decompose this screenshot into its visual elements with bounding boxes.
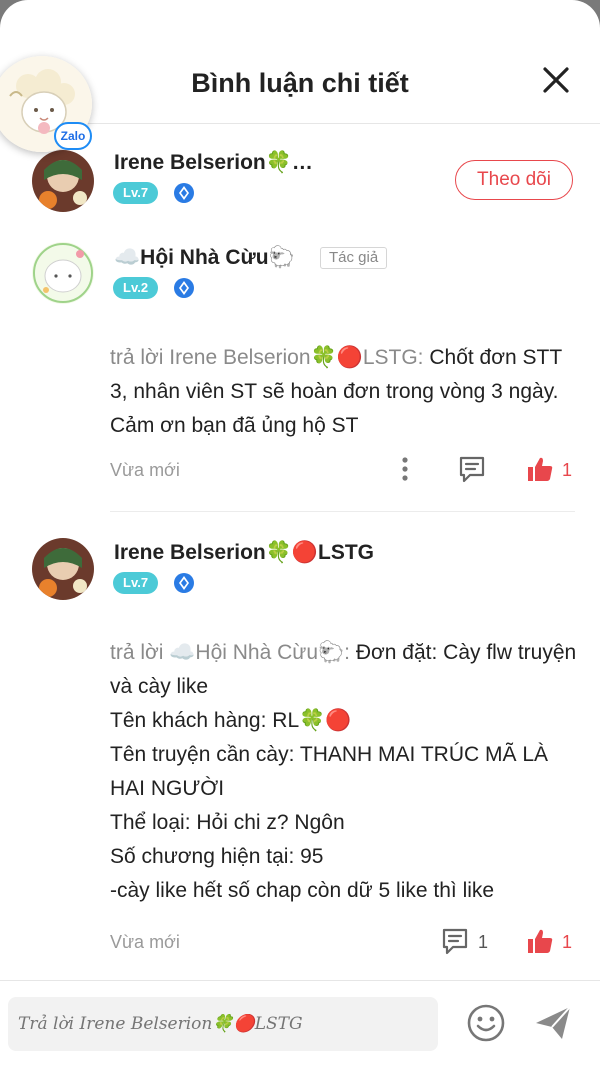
reply-comment-icon[interactable] <box>457 454 487 484</box>
send-icon[interactable] <box>534 1005 572 1041</box>
comment-body-line: Tên truyện cần cày: THANH MAI TRÚC MÃ LÀ… <box>110 743 549 800</box>
more-options-icon[interactable] <box>396 456 414 482</box>
comment-body-line: -cày like hết số chap còn dữ 5 like thì … <box>110 879 495 902</box>
comment-time: Vừa mới <box>110 460 180 480</box>
like-icon[interactable] <box>526 455 554 483</box>
reply-prefix[interactable]: trả lời ☁️Hội Nhà Cừu🐑: <box>110 641 350 664</box>
level-badge: Lv.7 <box>113 572 159 594</box>
level-badge: Lv.7 <box>113 182 159 204</box>
verified-shield-icon <box>174 573 194 593</box>
comment-username[interactable]: Irene Belserion🍀… <box>114 151 313 175</box>
comment-body-line: Số chương hiện tại: 95 <box>110 845 324 868</box>
follow-button[interactable]: Theo dõi <box>455 160 573 200</box>
reply-comment-icon[interactable] <box>440 926 470 956</box>
like-icon[interactable] <box>526 927 554 955</box>
verified-shield-icon <box>174 183 194 203</box>
comment-detail-sheet: Bình luận chi tiết Zalo Irene Belserion🍀… <box>0 0 600 1067</box>
author-tag: Tác giả <box>320 247 388 269</box>
avatar[interactable] <box>32 150 94 212</box>
avatar[interactable] <box>32 538 94 600</box>
user-avatar-icon <box>32 538 94 600</box>
like-count: 1 <box>562 932 573 952</box>
zalo-badge: Zalo <box>54 122 92 150</box>
reply-prefix[interactable]: trả lời Irene Belserion🍀🔴LSTG: <box>110 346 424 369</box>
reply-count: 1 <box>478 932 489 952</box>
comment-username[interactable]: ☁️Hội Nhà Cừu🐑 <box>114 246 295 270</box>
reply-input[interactable] <box>8 997 438 1051</box>
avatar[interactable] <box>32 242 94 304</box>
verified-shield-icon <box>174 278 194 298</box>
reply-bar <box>0 980 600 1067</box>
divider <box>110 511 575 512</box>
comment-body-line: Tên khách hàng: RL🍀🔴 <box>110 709 352 732</box>
comment-body-line: Thể loại: Hỏi chi z? Ngôn <box>110 811 345 834</box>
comment-time: Vừa mới <box>110 932 180 952</box>
level-badge: Lv.2 <box>113 277 159 299</box>
user-avatar-icon <box>32 150 94 212</box>
user-avatar-icon <box>32 242 94 304</box>
close-icon[interactable] <box>540 64 572 96</box>
comment-text: trả lời Irene Belserion🍀🔴LSTG: Chốt đơn … <box>110 341 580 443</box>
like-count: 1 <box>562 460 573 480</box>
comment-username[interactable]: Irene Belserion🍀🔴LSTG <box>114 541 374 565</box>
comment-text: trả lời ☁️Hội Nhà Cừu🐑: Đơn đặt: Cày flw… <box>110 636 580 908</box>
emoji-icon[interactable] <box>466 1003 506 1043</box>
